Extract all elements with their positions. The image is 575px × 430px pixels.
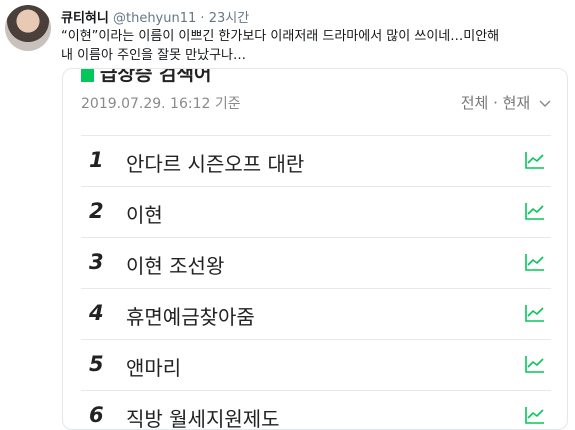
rank-keyword: 직방 월세지원제도 bbox=[126, 407, 280, 430]
rank-keyword: 이현 조선왕 bbox=[126, 254, 225, 278]
rank-item[interactable]: 1 안다르 시즌오프 대란 bbox=[81, 135, 551, 186]
rank-item[interactable]: 3 이현 조선왕 bbox=[81, 237, 551, 288]
rank-number: 6 bbox=[89, 403, 104, 427]
brand-square-icon bbox=[81, 69, 94, 82]
tweet-header: 큐티혀니 @thehyun11 · 23시간 bbox=[61, 7, 249, 26]
panel-title-area: 급상승 검색어 bbox=[81, 69, 212, 83]
panel-title-row: 급상승 검색어 bbox=[81, 69, 212, 83]
rank-item[interactable]: 4 휴면예금찾아줌 bbox=[81, 288, 551, 339]
chevron-down-icon bbox=[539, 100, 551, 107]
rank-number: 5 bbox=[89, 352, 104, 376]
rank-keyword: 이현 bbox=[126, 203, 163, 227]
rank-item[interactable]: 2 이현 bbox=[81, 186, 551, 237]
trend-chart-icon[interactable] bbox=[524, 201, 546, 221]
filter-label: 전체 · 현재 bbox=[460, 94, 531, 112]
rank-number: 2 bbox=[89, 199, 104, 223]
trend-chart-icon[interactable] bbox=[524, 150, 546, 170]
user-handle[interactable]: @thehyun11 bbox=[113, 11, 196, 26]
rank-keyword: 앤마리 bbox=[126, 356, 182, 380]
rank-number: 4 bbox=[89, 301, 104, 325]
tweet-text-line: “이현”이라는 이름이 이쁘긴 한가보다 이래저래 드라마에서 많이 쓰이네…미… bbox=[61, 29, 500, 44]
trend-chart-icon[interactable] bbox=[524, 252, 546, 272]
header-separator: · bbox=[200, 11, 205, 26]
panel-title: 급상승 검색어 bbox=[100, 69, 212, 83]
trend-chart-icon[interactable] bbox=[524, 405, 546, 425]
rank-item[interactable]: 6 직방 월세지원제도 bbox=[81, 390, 551, 430]
trend-chart-icon[interactable] bbox=[524, 303, 546, 323]
tweet-text: “이현”이라는 이름이 이쁘긴 한가보다 이래저래 드라마에서 많이 쓰이네…미… bbox=[61, 27, 566, 65]
rank-keyword: 안다르 시즌오프 대란 bbox=[126, 152, 305, 176]
avatar[interactable] bbox=[5, 5, 51, 51]
tweet-text-line: 내 이름아 주인을 잘못 만났구나… bbox=[61, 48, 247, 63]
user-name[interactable]: 큐티혀니 bbox=[61, 11, 109, 26]
filter-dropdown[interactable]: 전체 · 현재 bbox=[461, 92, 551, 113]
rank-keyword: 휴면예금찾아줌 bbox=[126, 305, 255, 329]
trend-chart-icon[interactable] bbox=[524, 354, 546, 374]
tweet-time[interactable]: 23시간 bbox=[209, 11, 249, 26]
rank-number: 1 bbox=[89, 148, 104, 172]
trending-panel: 급상승 검색어 2019.07.29. 16:12 기준 전체 · 현재 1 안… bbox=[62, 68, 568, 430]
rank-list: 1 안다르 시즌오프 대란 2 이현 3 이현 조선왕 4 휴면예금찾아줌 5 … bbox=[81, 135, 551, 430]
rank-item[interactable]: 5 앤마리 bbox=[81, 339, 551, 390]
rank-number: 3 bbox=[89, 250, 104, 274]
panel-timestamp: 2019.07.29. 16:12 기준 bbox=[81, 96, 241, 112]
